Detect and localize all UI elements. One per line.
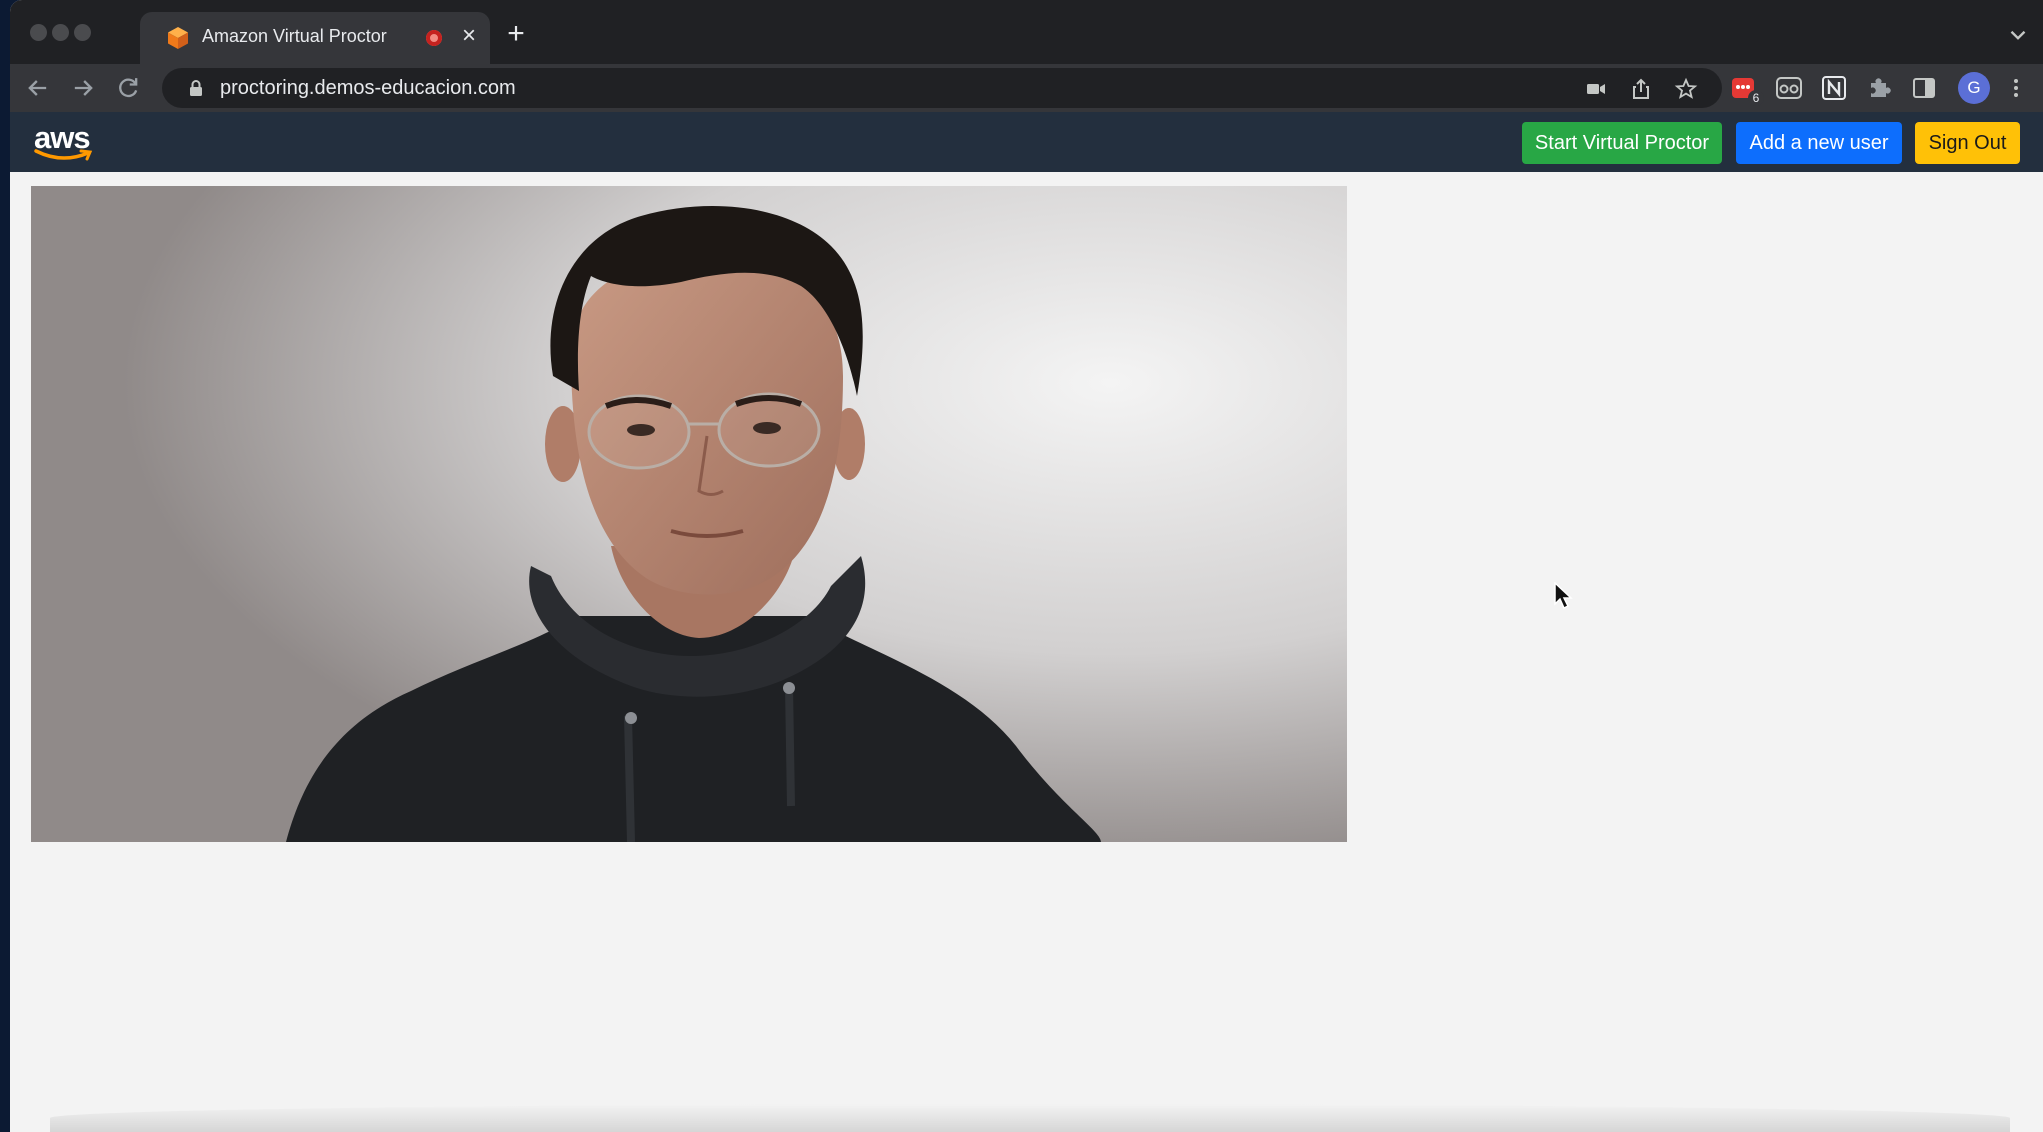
extension-badge: 6: [1748, 90, 1764, 106]
recording-indicator-icon: [426, 30, 442, 46]
side-panel-icon[interactable]: [1910, 74, 1938, 102]
app-navbar: aws Start Virtual Proctor Add a new user…: [10, 112, 2043, 172]
address-bar[interactable]: proctoring.demos-educacion.com: [162, 68, 1722, 108]
tab-amazon-virtual-proctor[interactable]: Amazon Virtual Proctor ×: [140, 12, 490, 64]
tab-title: Amazon Virtual Proctor: [202, 26, 387, 46]
start-virtual-proctor-button[interactable]: Start Virtual Proctor: [1522, 122, 1722, 164]
add-new-user-button[interactable]: Add a new user: [1736, 122, 1902, 164]
window-minimize-button[interactable]: [52, 24, 69, 41]
camera-in-use-icon[interactable]: [1584, 77, 1608, 101]
lock-icon[interactable]: [188, 79, 204, 97]
bottom-shadow: [50, 1104, 2010, 1132]
share-icon[interactable]: [1629, 77, 1653, 101]
main-content: [10, 172, 2043, 1132]
mouse-cursor-icon: [1554, 582, 1573, 610]
close-tab-icon[interactable]: ×: [458, 24, 480, 48]
window-maximize-button[interactable]: [74, 24, 91, 41]
new-tab-button[interactable]: +: [502, 19, 530, 49]
sign-out-button[interactable]: Sign Out: [1915, 122, 2020, 164]
aws-smile-icon: [34, 149, 93, 161]
notion-extension-icon[interactable]: [1820, 74, 1848, 102]
url-text: proctoring.demos-educacion.com: [220, 77, 516, 99]
person-silhouette-icon: [31, 186, 1347, 842]
browser-toolbar: proctoring.demos-educacion.com 6 G: [10, 64, 2043, 112]
back-arrow-icon[interactable]: [24, 74, 52, 102]
chevron-down-icon[interactable]: [2005, 22, 2031, 48]
browser-window: Amazon Virtual Proctor × + proctoring.de…: [10, 0, 2043, 1132]
tab-strip: Amazon Virtual Proctor × +: [10, 0, 2043, 64]
extension-glasses-icon[interactable]: [1775, 74, 1803, 102]
profile-avatar[interactable]: G: [1958, 72, 1990, 104]
webcam-video-feed: [31, 186, 1347, 842]
reload-icon[interactable]: [114, 74, 142, 102]
aws-cube-icon: [168, 27, 188, 49]
aws-logo[interactable]: aws: [34, 120, 98, 164]
kebab-menu-icon[interactable]: [2002, 74, 2030, 102]
forward-arrow-icon[interactable]: [69, 74, 97, 102]
extensions-puzzle-icon[interactable]: [1865, 74, 1893, 102]
window-close-button[interactable]: [30, 24, 47, 41]
bookmark-star-icon[interactable]: [1674, 77, 1698, 101]
